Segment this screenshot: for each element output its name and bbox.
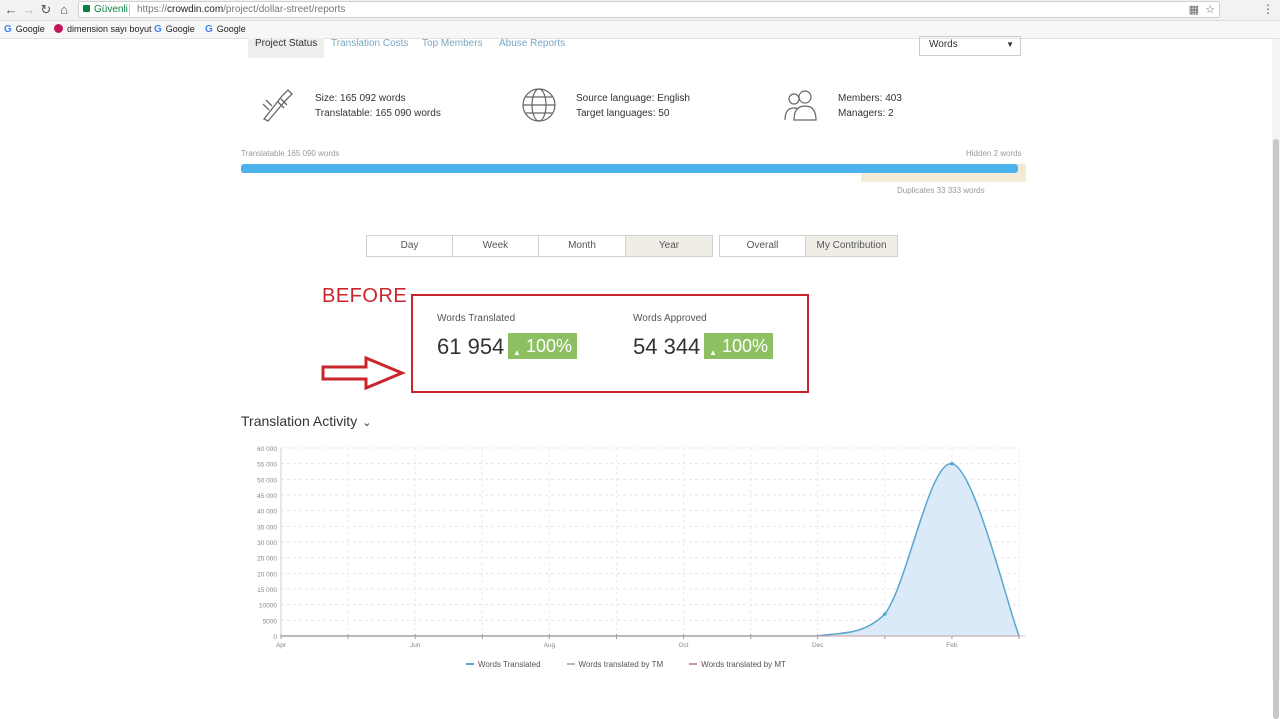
arrow-right-icon — [321, 356, 406, 390]
words-translated-label: Words Translated — [437, 313, 516, 324]
y-tick-label: 0 — [273, 634, 277, 641]
x-tick-label: Jun — [410, 642, 421, 649]
secure-indicator[interactable]: Güvenli — [83, 3, 128, 17]
overall-button[interactable]: Overall — [719, 235, 806, 257]
y-tick-label: 55 000 — [257, 462, 277, 469]
project-progress-bar — [241, 164, 1026, 173]
tab-project-status[interactable]: Project Status — [248, 38, 325, 58]
x-tick-label: Apr — [276, 642, 287, 649]
scope-button-group: Overall My Contribution — [719, 235, 898, 257]
project-size-stats: Size: 165 092 words Translatable: 165 09… — [315, 93, 441, 119]
caliper-icon — [262, 89, 293, 122]
y-tick-label: 20 000 — [257, 571, 277, 578]
day-button[interactable]: Day — [366, 235, 453, 257]
words-approved-value: 54 344 — [633, 334, 701, 359]
globe-icon — [522, 88, 556, 122]
y-tick-label: 15 000 — [257, 587, 277, 594]
y-tick-label: 45 000 — [257, 493, 277, 500]
bookmarks-bar: G Google dimension sayı boyut G Google G Go… — [0, 21, 1280, 39]
x-tick-label: Feb — [946, 642, 958, 649]
google-icon: G — [154, 24, 162, 35]
legend-swatch — [689, 663, 698, 665]
period-button-group: Day Week Month Year — [366, 235, 713, 257]
arrow-up-icon: ▲ — [513, 348, 521, 357]
language-stats: Source language: English Target language… — [576, 93, 690, 119]
duplicates-label: Duplicates 33 333 words — [897, 186, 985, 195]
words-translated-value: 61 954 — [437, 334, 505, 359]
chevron-down-icon: ▼ — [1006, 40, 1014, 49]
chart-title-dropdown[interactable]: Translation Activity ⌄ — [241, 413, 371, 429]
legend-item[interactable]: Words translated by TM — [566, 660, 664, 669]
y-tick-label: 30 000 — [257, 540, 277, 547]
dimension-icon — [54, 24, 63, 33]
duplicates-bar — [861, 173, 1026, 182]
y-tick-label: 5000 — [263, 618, 278, 625]
y-tick-label: 25 000 — [257, 556, 277, 563]
series-area — [281, 463, 1019, 636]
x-tick-label: Dec — [812, 642, 824, 649]
legend-swatch — [566, 663, 575, 665]
hidden-words-label: Hidden 2 words — [966, 149, 1022, 158]
data-point — [883, 612, 887, 616]
bookmark-item[interactable]: G Google — [4, 21, 45, 38]
tab-top-members[interactable]: Top Members — [422, 38, 483, 58]
chevron-down-icon: ⌄ — [362, 417, 372, 429]
data-point — [950, 461, 954, 466]
arrow-up-icon: ▲ — [709, 348, 717, 357]
url-text[interactable]: https://crowdin.com/project/dollar-stree… — [137, 3, 345, 17]
legend-label: Words translated by MT — [701, 660, 786, 669]
member-stats: Members: 403 Managers: 2 — [838, 93, 902, 119]
unit-select[interactable]: Words ▼ — [919, 36, 1021, 56]
y-tick-label: 60 000 — [257, 446, 277, 453]
words-approved-change-badge: ▲ 100% — [704, 333, 773, 359]
forward-icon[interactable]: → — [21, 2, 37, 18]
words-translated-change-badge: ▲ 100% — [508, 333, 577, 359]
tab-translation-costs[interactable]: Translation Costs — [331, 38, 408, 58]
legend-item[interactable]: Words translated by MT — [689, 660, 786, 669]
users-icon — [784, 90, 817, 121]
back-icon[interactable]: ← — [3, 2, 19, 18]
browser-toolbar: ← → ↻ ⌂ Güvenli https://crowdin.com/proj… — [0, 0, 1280, 21]
home-icon[interactable]: ⌂ — [56, 2, 72, 18]
before-annotation: BEFORE — [322, 285, 408, 307]
x-tick-label: Oct — [678, 642, 688, 649]
tab-abuse-reports[interactable]: Abuse Reports — [499, 38, 565, 58]
y-tick-label: 10000 — [259, 603, 277, 610]
legend-label: Words Translated — [478, 660, 541, 669]
google-icon: G — [205, 24, 213, 35]
translation-activity-chart: 0 5000 10000 15 000 20 000 25 000 30 000 35 000… — [257, 446, 1025, 649]
month-button[interactable]: Month — [538, 235, 626, 257]
bookmark-item[interactable]: G Google — [154, 21, 195, 38]
reload-icon[interactable]: ↻ — [38, 2, 54, 18]
week-button[interactable]: Week — [452, 235, 539, 257]
lock-icon — [83, 5, 90, 12]
my-contribution-button[interactable]: My Contribution — [805, 235, 898, 257]
star-icon[interactable]: ☆ — [1205, 4, 1215, 16]
words-approved-label: Words Approved — [633, 313, 707, 324]
chart-legend: Words Translated Words translated by TM Wo… — [466, 660, 812, 669]
google-icon: G — [4, 24, 12, 35]
x-tick-label: Aug — [544, 642, 556, 649]
y-tick-label: 35 000 — [257, 524, 277, 531]
bookmark-item[interactable]: G Google — [205, 21, 246, 38]
scrollbar-thumb[interactable] — [1273, 139, 1279, 719]
legend-swatch — [466, 663, 474, 665]
progress-fill — [241, 164, 1019, 173]
translatable-words-label: Translatable 165 090 words — [241, 149, 340, 158]
bookmark-item[interactable]: dimension sayı boyut — [54, 21, 152, 38]
legend-item[interactable]: Words Translated — [466, 660, 541, 669]
page-scrollbar[interactable] — [1272, 39, 1280, 719]
address-bar[interactable]: Güvenli https://crowdin.com/project/doll… — [78, 1, 1220, 18]
browser-menu-icon[interactable]: ⋮ — [1262, 2, 1274, 16]
y-tick-label: 40 000 — [257, 509, 277, 516]
legend-label: Words translated by TM — [578, 660, 664, 669]
y-tick-label: 50 000 — [257, 477, 277, 484]
translate-icon[interactable]: ▦ — [1189, 4, 1199, 16]
year-button[interactable]: Year — [625, 235, 713, 257]
